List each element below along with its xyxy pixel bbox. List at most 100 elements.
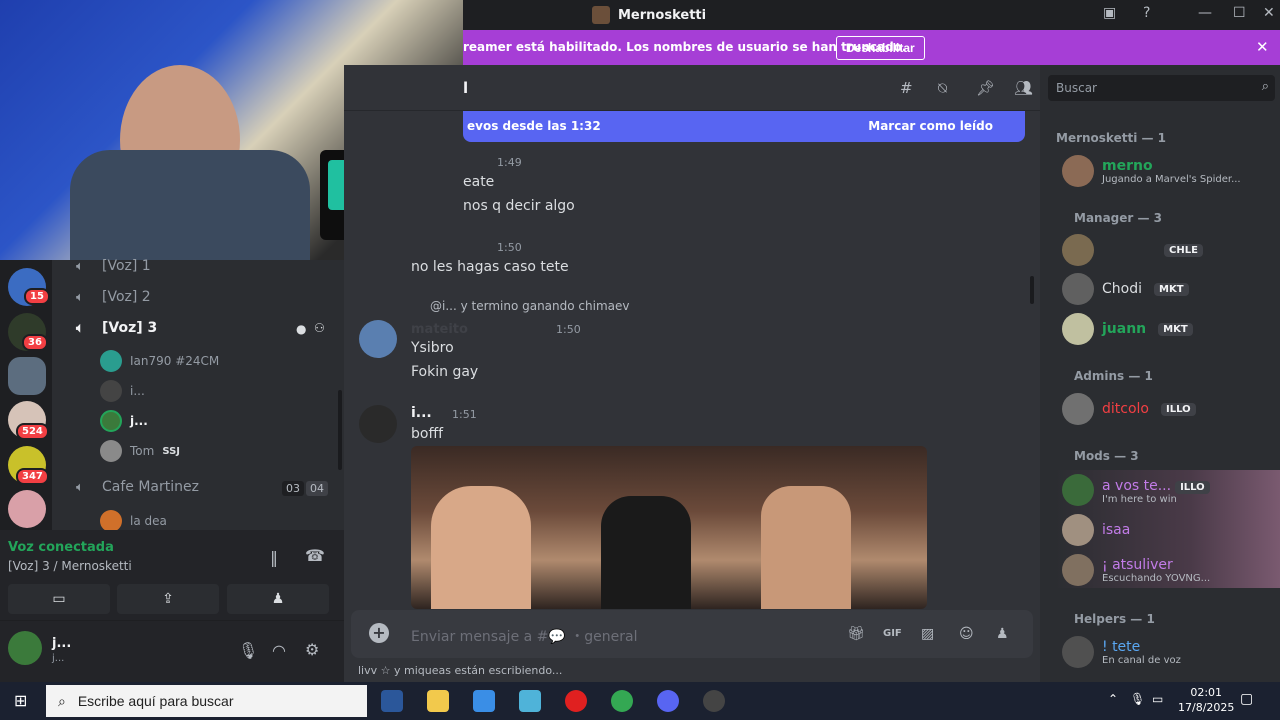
- message-text: bofff: [411, 426, 444, 442]
- threads-icon[interactable]: #: [900, 79, 913, 97]
- user-panel: j... j... 🎙︎ ◠ ⚙: [0, 620, 344, 682]
- gif-icon[interactable]: GIF: [883, 628, 902, 639]
- attach-button[interactable]: +: [369, 623, 389, 643]
- new-messages-text: evos desde las 1:32: [467, 119, 601, 133]
- avatar: [1062, 636, 1094, 668]
- voice-user[interactable]: Tom SSJ: [100, 440, 180, 462]
- emoji-icon[interactable]: ☺: [959, 626, 974, 642]
- taskbar-search[interactable]: ⌕ Escribe aquí para buscar: [46, 685, 367, 717]
- word-icon[interactable]: [381, 690, 403, 712]
- gift-icon[interactable]: 🎁︎: [847, 626, 865, 642]
- role-header: Manager — 3: [1074, 211, 1163, 225]
- discord-icon[interactable]: [657, 690, 679, 712]
- message-time: 1:50: [556, 323, 581, 336]
- voice-channel[interactable]: 🔈︎ [Voz] 2: [76, 289, 151, 305]
- minimize-button[interactable]: —: [1198, 5, 1212, 21]
- pin-icon[interactable]: 📌︎: [976, 79, 995, 97]
- sticker-icon[interactable]: ▨: [921, 626, 934, 642]
- search-box[interactable]: Buscar ⌕: [1048, 75, 1275, 101]
- member[interactable]: merno Jugando a Marvel's Spider...: [1062, 155, 1241, 187]
- member-list-icon[interactable]: 👥︎: [1014, 79, 1033, 97]
- voice-channel[interactable]: 🔈︎ Cafe Martinez: [76, 479, 199, 495]
- speaker-icon: 🔈︎: [76, 480, 84, 495]
- disconnect-icon[interactable]: ☎: [305, 546, 325, 565]
- title-bar: Mernosketti ▣ ? — ☐ ✕: [463, 0, 1280, 30]
- message-author[interactable]: mateito: [411, 322, 468, 337]
- avatar[interactable]: [8, 631, 42, 665]
- member[interactable]: a vos te... ILLO I'm here to win: [1062, 474, 1210, 506]
- server-icon[interactable]: [8, 490, 46, 528]
- voice-channel[interactable]: 🔈︎ [Voz] 1: [76, 258, 151, 274]
- microphone-icon[interactable]: 🎙︎: [238, 641, 258, 660]
- message-time: 1:50: [497, 241, 522, 254]
- taskbar: ⊞ ⌕ Escribe aquí para buscar ⌃ 🎙︎ ▭ ▢: [0, 682, 1280, 720]
- voice-status: Voz conectada: [8, 540, 114, 555]
- tray-expand-icon[interactable]: ⌃: [1108, 692, 1118, 706]
- channel-scrollbar[interactable]: [338, 390, 342, 470]
- fighter-right: [761, 486, 851, 609]
- activity-button[interactable]: ♟: [227, 584, 329, 614]
- new-messages-bar[interactable]: evos desde las 1:32 Marcar como leído: [463, 111, 1025, 142]
- window-title: Mernosketti: [592, 6, 706, 24]
- camera-button[interactable]: ▭: [8, 584, 110, 614]
- chat-scrollbar[interactable]: [1030, 276, 1034, 304]
- member[interactable]: juann MKT: [1062, 313, 1193, 345]
- voice-user[interactable]: i...: [100, 380, 145, 402]
- reply-preview[interactable]: @i... y termino ganando chimaev: [430, 299, 629, 313]
- member[interactable]: ¡ atsuliver Escuchando YOVNG...: [1062, 554, 1210, 586]
- screen-share-button[interactable]: ⇪: [117, 584, 219, 614]
- voice-user-speaking[interactable]: j...: [100, 410, 148, 432]
- maximize-button[interactable]: ☐: [1233, 5, 1246, 21]
- settings-icon[interactable]: ⚙: [305, 640, 319, 659]
- close-window-button[interactable]: ✕: [1263, 5, 1275, 21]
- chrome-icon[interactable]: [611, 690, 633, 712]
- app-icon[interactable]: [519, 690, 541, 712]
- server-icon[interactable]: [8, 357, 46, 395]
- message-composer[interactable]: + Enviar mensaje a #💬 ・general 🎁︎ GIF ▨ …: [351, 610, 1033, 658]
- voice-user[interactable]: la dea: [100, 510, 167, 532]
- media-embed[interactable]: [411, 446, 927, 609]
- close-banner-icon[interactable]: ✕: [1256, 38, 1269, 56]
- disable-streamer-mode-button[interactable]: Deshabilitar: [836, 36, 925, 60]
- member[interactable]: isaa: [1062, 514, 1130, 546]
- app-icon[interactable]: [703, 690, 725, 712]
- search-input[interactable]: Buscar: [1056, 81, 1097, 95]
- notifications-icon[interactable]: ⍉: [938, 79, 947, 97]
- mark-as-read-button[interactable]: Marcar como leído: [868, 119, 993, 133]
- tray-microphone-icon[interactable]: 🎙︎: [1130, 692, 1145, 706]
- avatar: [1062, 313, 1094, 345]
- add-member-icon[interactable]: ⚇: [314, 321, 325, 335]
- clock[interactable]: 02:01 17/8/2025: [1178, 685, 1234, 715]
- voice-channel-active[interactable]: 🔈︎ [Voz] 3: [76, 320, 157, 336]
- chat-icon[interactable]: ●: [296, 322, 306, 336]
- voice-user[interactable]: Ian790 #24CM: [100, 350, 219, 372]
- windows-start-icon[interactable]: ⊞: [14, 691, 27, 710]
- user-count: 03: [282, 481, 304, 496]
- noise-icon[interactable]: ‖: [270, 548, 278, 567]
- apps-icon[interactable]: ♟: [996, 626, 1009, 642]
- inbox-icon[interactable]: ▣: [1103, 5, 1116, 21]
- file-explorer-icon[interactable]: [427, 690, 449, 712]
- voice-location[interactable]: [Voz] 3 / Mernosketti: [8, 559, 132, 573]
- message-author[interactable]: i...: [411, 405, 432, 421]
- unread-badge: 524: [16, 423, 49, 440]
- member[interactable]: ! tete En canal de voz: [1062, 636, 1181, 668]
- avatar[interactable]: [359, 320, 397, 358]
- store-icon[interactable]: [473, 690, 495, 712]
- message-input[interactable]: Enviar mensaje a #💬 ・general: [411, 626, 637, 646]
- avatar: [1062, 554, 1094, 586]
- opera-icon[interactable]: [565, 690, 587, 712]
- member[interactable]: CHLE: [1062, 234, 1203, 266]
- channel-name: l: [463, 79, 469, 97]
- referee: [601, 496, 691, 609]
- member[interactable]: ditcolo ILLO: [1062, 393, 1196, 425]
- network-icon[interactable]: ▭: [1152, 692, 1163, 706]
- notification-icon[interactable]: ▢: [1240, 691, 1253, 707]
- avatar: [100, 510, 122, 532]
- message-time: 1:51: [452, 408, 477, 421]
- member[interactable]: Chodi MKT: [1062, 273, 1189, 305]
- chat-header: l # ⍉ 📌︎ 👥︎: [344, 65, 1040, 111]
- headphones-icon[interactable]: ◠: [272, 641, 286, 660]
- avatar[interactable]: [359, 405, 397, 443]
- help-icon[interactable]: ?: [1143, 5, 1150, 21]
